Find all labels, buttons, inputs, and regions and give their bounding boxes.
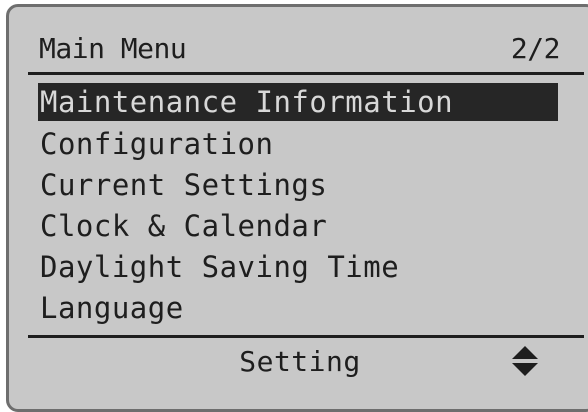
menu-item-configuration[interactable]: Configuration bbox=[38, 124, 558, 165]
page-indicator: 2/2 bbox=[510, 32, 561, 65]
screen-title: Main Menu bbox=[39, 32, 187, 65]
up-down-arrows-icon[interactable] bbox=[510, 344, 540, 378]
menu-item-language[interactable]: Language bbox=[38, 288, 558, 329]
footer-divider bbox=[28, 335, 584, 338]
menu-item-daylight-saving-time[interactable]: Daylight Saving Time bbox=[38, 247, 558, 288]
main-menu-list: Maintenance Information Configuration Cu… bbox=[38, 83, 558, 329]
header-divider bbox=[28, 72, 584, 75]
lcd-screen: Main Menu 2/2 Maintenance Information Co… bbox=[6, 4, 588, 404]
menu-item-clock-calendar[interactable]: Clock & Calendar bbox=[38, 206, 558, 247]
menu-item-maintenance-information[interactable]: Maintenance Information bbox=[38, 83, 558, 121]
footer-setting-label: Setting bbox=[239, 345, 361, 378]
menu-item-current-settings[interactable]: Current Settings bbox=[38, 165, 558, 206]
